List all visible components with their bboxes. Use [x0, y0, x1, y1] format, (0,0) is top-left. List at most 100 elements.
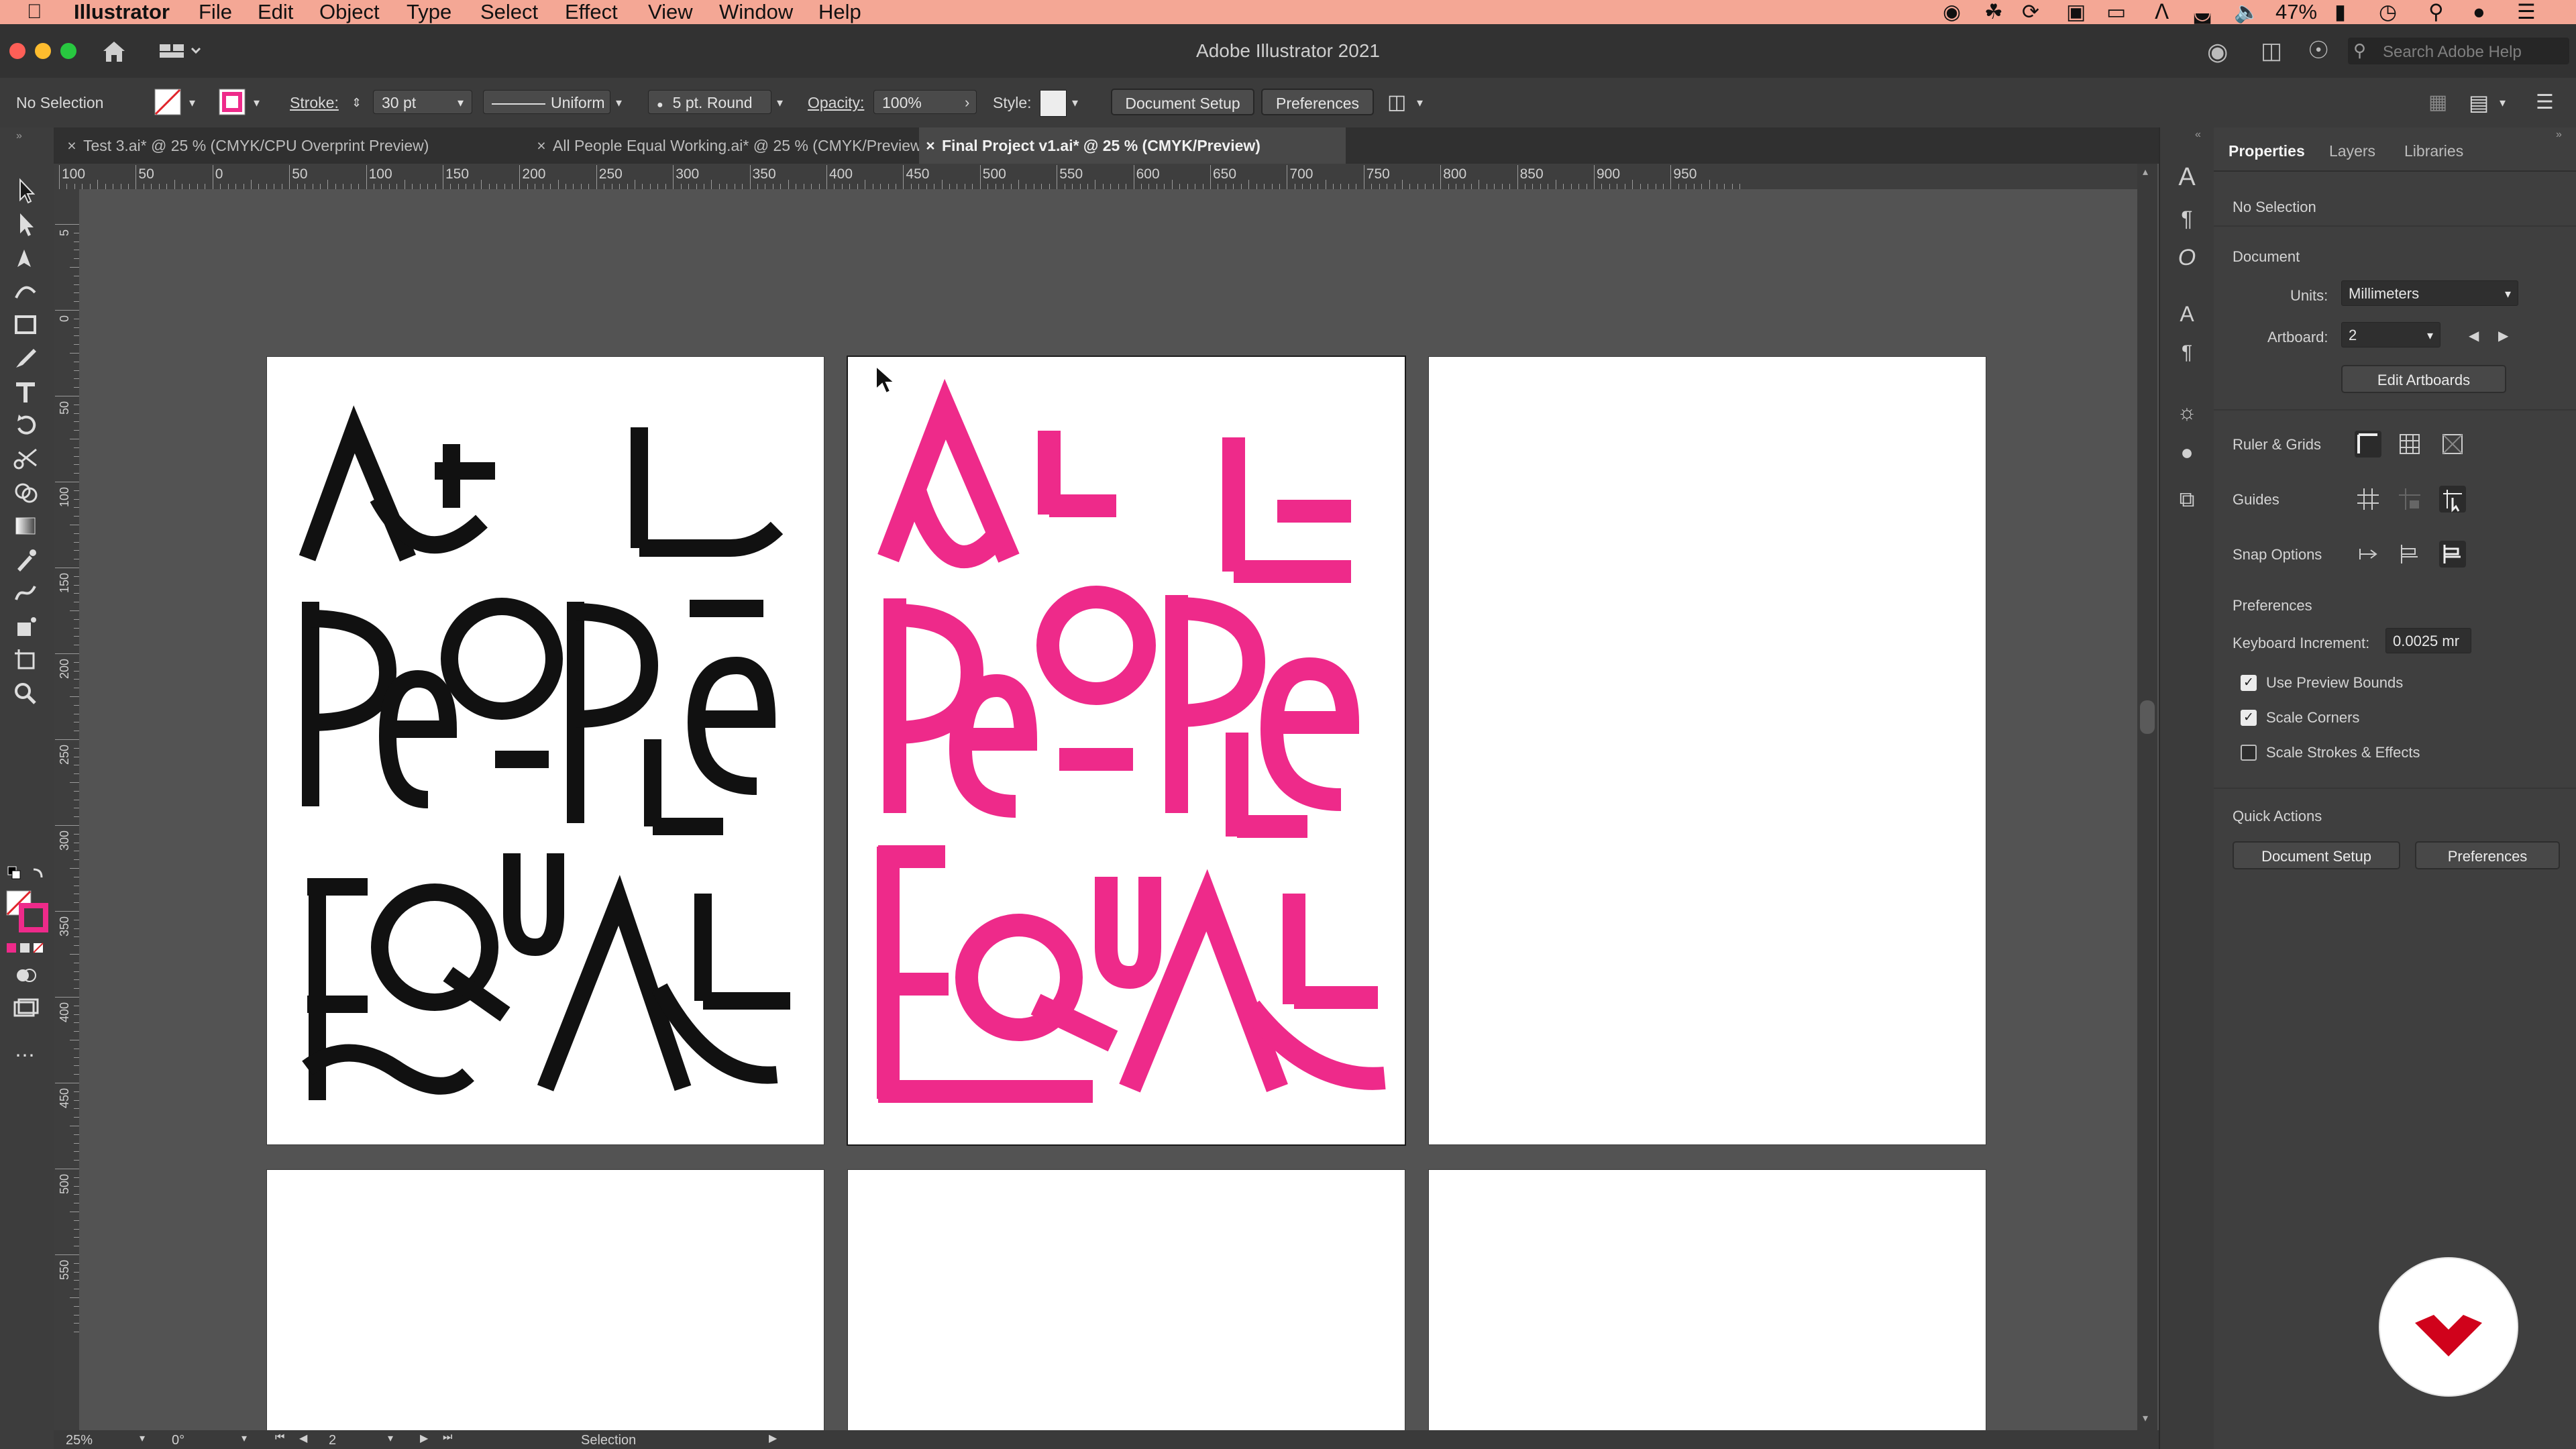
snap-to-glyph-icon[interactable] — [2438, 539, 2467, 569]
brush-chevron-icon[interactable]: ▾ — [777, 78, 783, 127]
collapse-toolbar-icon[interactable]: » — [16, 130, 22, 142]
use-preview-bounds-checkbox[interactable]: ✓ — [2241, 675, 2257, 691]
stroke-stepper-icon[interactable]: ⇕ — [352, 78, 362, 127]
align-panel-icon[interactable]: ▤ — [2469, 78, 2489, 127]
transparency-grid-icon[interactable] — [2438, 429, 2467, 459]
rotate-tool-icon[interactable] — [11, 412, 42, 439]
panel-menu-icon[interactable]: ☰ — [2536, 78, 2554, 127]
tab-all-people-equal-working[interactable]: × All People Equal Working.ai* @ 25 % (CM… — [530, 127, 973, 164]
keyboard-increment-field[interactable]: 0.0025 mr — [2385, 628, 2471, 653]
help-search-box[interactable]: ⚲ Search Adobe Help — [2348, 38, 2569, 64]
tab-layers[interactable]: Layers — [2329, 142, 2375, 160]
bookmark-icon[interactable]: ▣ — [2066, 0, 2086, 24]
gradient-tool-icon[interactable] — [11, 513, 42, 539]
fill-none-swatch[interactable] — [154, 89, 181, 115]
zoom-level[interactable]: 25% — [66, 1433, 93, 1448]
menu-select[interactable]: Select — [480, 0, 538, 24]
type-tool-icon[interactable] — [11, 378, 42, 405]
brush-definition[interactable]: ● 5 pt. Round — [648, 90, 771, 114]
horizontal-ruler[interactable]: 100 50 0 50 100 150 200 250 300 350 400 450 500 550 60… — [54, 164, 2137, 190]
lock-guides-icon[interactable] — [2395, 484, 2424, 514]
menu-window[interactable]: Window — [719, 0, 793, 24]
expand-strip-icon[interactable]: « — [2195, 129, 2201, 141]
tab-libraries[interactable]: Libraries — [2404, 142, 2463, 160]
scale-corners-checkbox[interactable]: ✓ — [2241, 710, 2257, 726]
artboard-1[interactable] — [267, 357, 824, 1144]
opacity-field[interactable]: 100% — [873, 90, 977, 114]
artboard-4[interactable] — [267, 1170, 824, 1430]
arrange-icon[interactable]: ◫ — [1387, 78, 1406, 127]
character-styles-icon[interactable]: A — [2169, 298, 2204, 330]
arrange-documents-icon[interactable]: ◫ — [2261, 38, 2282, 64]
style-chevron-icon[interactable]: ▾ — [1072, 78, 1078, 127]
fill-stroke-swatch[interactable] — [5, 890, 48, 932]
previous-artboard-icon[interactable]: ◀ — [2469, 327, 2479, 344]
profile-chevron-icon[interactable]: ▾ — [616, 78, 622, 127]
scroll-down-icon[interactable]: ▾ — [2143, 1411, 2148, 1425]
stroke-dropdown-chevron-icon[interactable]: ▾ — [254, 78, 260, 127]
current-artboard-number[interactable]: 2 — [329, 1433, 336, 1448]
stroke-weight-field[interactable]: 30 pt ▾ — [373, 90, 472, 114]
artboard-5[interactable] — [848, 1170, 1405, 1430]
zoom-chevron-icon[interactable]: ▾ — [140, 1432, 145, 1445]
grid-toggle-icon[interactable] — [2395, 429, 2424, 459]
show-guides-icon[interactable] — [2353, 484, 2383, 514]
airplay-icon[interactable]: ▭ — [2106, 0, 2126, 24]
transform-panel-icon[interactable]: ⧉ — [2169, 483, 2204, 515]
character-panel-icon[interactable]: A — [2169, 161, 2204, 193]
battery-icon[interactable]: ▮ — [2334, 0, 2346, 24]
selection-tool-icon[interactable] — [11, 177, 42, 204]
record-icon[interactable]: ◉ — [1943, 0, 1961, 24]
scissors-tool-icon[interactable] — [11, 445, 42, 472]
quick-document-setup-button[interactable]: Document Setup — [2233, 841, 2400, 869]
canvas-area[interactable] — [79, 189, 2137, 1430]
vertical-ruler[interactable]: 5 0 50 100 150 200 250 300 350 400 450 500 550 — [54, 189, 80, 1437]
paragraph-panel-icon[interactable]: ¶ — [2169, 203, 2204, 235]
user-avatar-icon[interactable]: ● — [2473, 0, 2485, 24]
drawing-modes-icon[interactable] — [11, 962, 42, 989]
stroke-color-swatch[interactable] — [219, 89, 246, 115]
scale-strokes-checkbox[interactable] — [2241, 745, 2257, 761]
apple-icon[interactable]:  — [27, 0, 42, 24]
snap-to-pixel-icon[interactable] — [2395, 539, 2424, 569]
tab-test-3[interactable]: × Test 3.ai* @ 25 % (CMYK/CPU Overprint P… — [60, 127, 523, 164]
tab-final-project-v1[interactable]: × Final Project v1.ai* @ 25 % (CMYK/Previ… — [919, 127, 1346, 164]
preferences-button[interactable]: Preferences — [1261, 89, 1374, 115]
scroll-up-icon[interactable]: ▴ — [2143, 165, 2148, 178]
snap-to-point-icon[interactable] — [2353, 539, 2383, 569]
curvature-tool-icon[interactable] — [11, 278, 42, 305]
collapse-panel-icon[interactable]: » — [2556, 129, 2562, 141]
menu-object[interactable]: Object — [319, 0, 380, 24]
align-chevron-icon[interactable]: ▾ — [2500, 78, 2506, 127]
previous-artboard-nav-icon[interactable]: ◀ — [299, 1432, 307, 1445]
direct-selection-tool-icon[interactable] — [11, 211, 42, 237]
artboard-3[interactable] — [1429, 357, 1986, 1144]
close-tab-icon[interactable]: × — [530, 127, 553, 164]
menu-edit[interactable]: Edit — [258, 0, 293, 24]
sync-icon[interactable]: ⟳ — [2022, 0, 2039, 24]
discover-lightbulb-icon[interactable]: ☉ — [2308, 36, 2329, 64]
shape-builder-tool-icon[interactable] — [11, 479, 42, 506]
pin-icon[interactable]: ▦ — [2428, 78, 2447, 127]
spotlight-icon[interactable]: ⚲ — [2428, 0, 2444, 24]
paintbrush-tool-icon[interactable] — [11, 345, 42, 372]
share-icon[interactable]: ◉ — [2207, 38, 2228, 66]
color-mode-icons[interactable] — [7, 942, 47, 955]
zoom-tool-icon[interactable] — [11, 680, 42, 707]
smart-guides-icon[interactable] — [2438, 484, 2467, 514]
next-artboard-icon[interactable]: ▶ — [2498, 327, 2508, 344]
scrollbar-thumb[interactable] — [2140, 700, 2155, 734]
menu-file[interactable]: File — [199, 0, 232, 24]
artboard-tool-icon[interactable] — [11, 647, 42, 674]
artboard-nav-chevron-icon[interactable]: ▾ — [388, 1432, 393, 1445]
edit-artboards-button[interactable]: Edit Artboards — [2341, 365, 2506, 393]
artboard-select[interactable]: 2 ▾ — [2341, 322, 2440, 347]
pen-tool-icon[interactable] — [11, 244, 42, 271]
rotation-chevron-icon[interactable]: ▾ — [241, 1432, 247, 1445]
first-artboard-icon[interactable]: ⏮ — [275, 1432, 284, 1444]
document-setup-button[interactable]: Document Setup — [1111, 89, 1254, 115]
units-select[interactable]: Millimeters ▾ — [2341, 280, 2518, 306]
menu-app-name[interactable]: Illustrator — [74, 0, 170, 24]
menu-view[interactable]: View — [648, 0, 693, 24]
artboard-2[interactable] — [848, 357, 1405, 1144]
